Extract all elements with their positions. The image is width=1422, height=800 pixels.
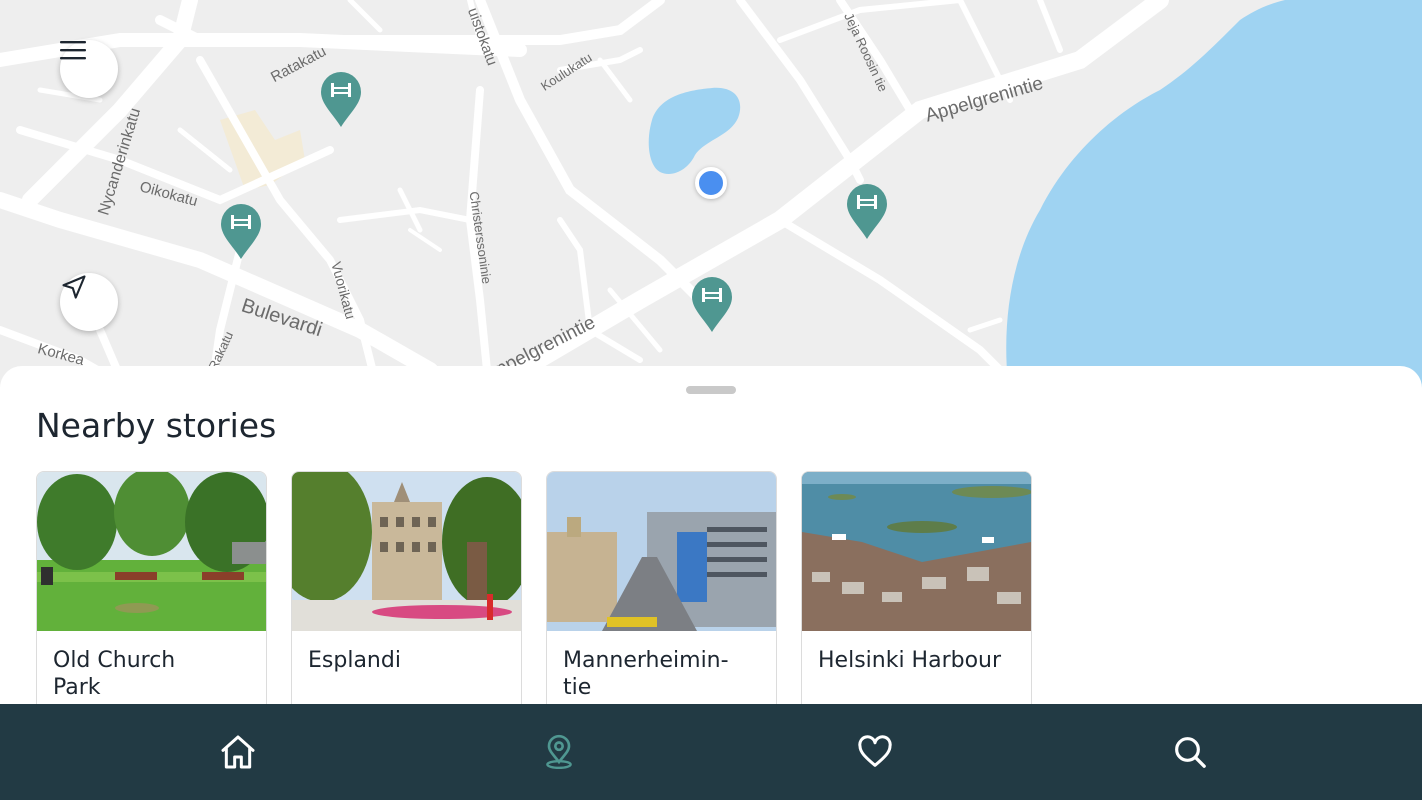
navigation-arrow-icon bbox=[62, 275, 86, 299]
story-card-title: Helsinki Harbour bbox=[818, 648, 1002, 673]
story-card-title: Old Church Park bbox=[53, 648, 176, 700]
heart-icon bbox=[858, 735, 892, 767]
sheet-drag-handle[interactable] bbox=[686, 386, 736, 394]
bridge-pin-icon bbox=[692, 277, 732, 332]
bridge-pin-icon bbox=[847, 184, 887, 239]
story-card-title: Mannerheimin- tie bbox=[563, 648, 729, 700]
story-card-title: Esplandi bbox=[308, 648, 401, 673]
story-card-list: Old Church Park Esplandi Mannerheimin- t… bbox=[36, 471, 1032, 713]
bridge-pin-icon bbox=[321, 72, 361, 127]
story-pin[interactable] bbox=[690, 275, 734, 333]
park-photo bbox=[37, 472, 266, 631]
user-location-dot bbox=[695, 167, 727, 199]
stories-sheet: Nearby stories Old Church Park Esplandi … bbox=[0, 366, 1422, 713]
map-view[interactable]: Ratakatu Nycanderinkatu Oikokatu Bulevar… bbox=[0, 0, 1422, 400]
harbour-photo bbox=[802, 472, 1031, 631]
pond bbox=[648, 87, 741, 175]
menu-button[interactable] bbox=[60, 40, 118, 98]
story-pin[interactable] bbox=[845, 182, 889, 240]
story-pin[interactable] bbox=[319, 70, 363, 128]
search-icon bbox=[1175, 737, 1206, 768]
bottom-navigation bbox=[0, 704, 1422, 800]
story-card-helsinki-harbour[interactable]: Helsinki Harbour bbox=[801, 471, 1032, 713]
story-card-old-church-park[interactable]: Old Church Park bbox=[36, 471, 267, 713]
story-card-mannerheimintie[interactable]: Mannerheimin- tie bbox=[546, 471, 777, 713]
nav-search[interactable] bbox=[1130, 704, 1250, 800]
map-pin-icon bbox=[546, 734, 572, 769]
story-card-esplandi[interactable]: Esplandi bbox=[291, 471, 522, 713]
home-icon bbox=[221, 735, 255, 769]
nav-map[interactable] bbox=[499, 704, 619, 800]
nav-home[interactable] bbox=[178, 704, 298, 800]
avenue-photo bbox=[547, 472, 776, 631]
esplanade-photo bbox=[292, 472, 521, 631]
nav-favorites[interactable] bbox=[815, 704, 935, 800]
hamburger-icon bbox=[60, 41, 86, 60]
sheet-title: Nearby stories bbox=[36, 406, 277, 445]
story-pin[interactable] bbox=[219, 202, 263, 260]
my-location-button[interactable] bbox=[60, 273, 118, 331]
map-base bbox=[0, 0, 1422, 400]
bridge-pin-icon bbox=[221, 204, 261, 259]
